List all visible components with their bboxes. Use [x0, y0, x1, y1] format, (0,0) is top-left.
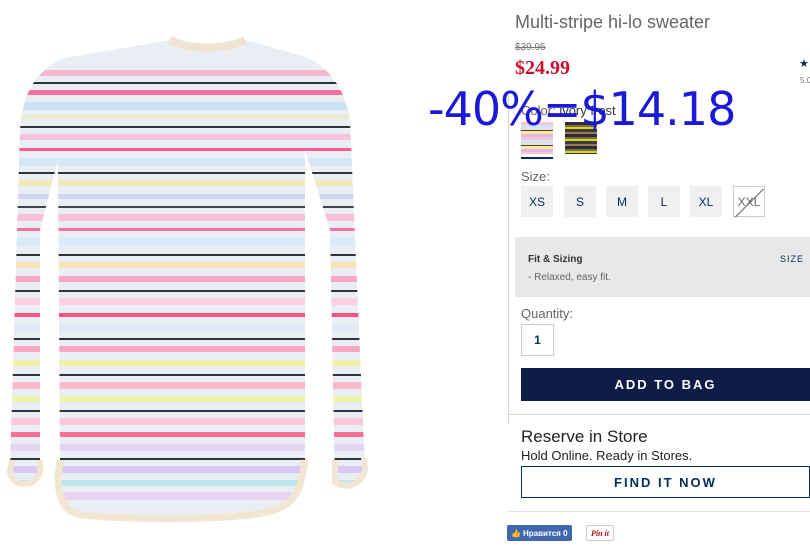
star-icon[interactable]: ★ [799, 57, 809, 70]
selected-swatch-indicator [521, 157, 553, 159]
facebook-like-button[interactable]: 👍 Нравится 0 [507, 525, 572, 541]
size-label: Size: [521, 169, 550, 184]
sale-price: $24.99 [515, 57, 570, 79]
size-button-s[interactable]: S [564, 186, 596, 217]
reserve-in-store-subtitle: Hold Online. Ready in Stores. [521, 448, 693, 463]
quantity-label: Quantity: [521, 306, 574, 321]
fit-sizing-text: - Relaxed, easy fit. [528, 272, 611, 283]
thumbs-up-icon: 👍 [511, 528, 521, 538]
size-button-xxl-unavailable[interactable]: XXL [733, 186, 765, 217]
original-price: $39.95 [515, 42, 546, 53]
rating-value: 5.0 [800, 76, 810, 85]
fit-sizing-title: Fit & Sizing [528, 254, 583, 265]
section-divider [508, 414, 810, 415]
pinterest-pin-button[interactable]: Pin it [586, 525, 615, 541]
product-title: Multi-stripe hi-lo sweater [515, 12, 711, 32]
size-button-xs[interactable]: XS [521, 186, 553, 217]
discount-overlay-text: -40%=$14.18 [428, 82, 736, 136]
add-to-bag-button[interactable]: ADD TO BAG [521, 368, 810, 401]
reserve-in-store-title: Reserve in Store [521, 427, 648, 446]
panel-divider [508, 95, 509, 425]
section-divider-2 [508, 511, 810, 512]
size-chart-link[interactable]: SIZE [780, 254, 804, 264]
facebook-like-label: Нравится 0 [522, 528, 568, 538]
quantity-input[interactable] [521, 324, 554, 356]
size-button-l[interactable]: L [648, 186, 680, 217]
find-it-now-button[interactable]: FIND IT NOW [521, 466, 810, 498]
size-button-xl[interactable]: XL [690, 186, 722, 217]
size-button-m[interactable]: M [606, 186, 638, 217]
product-image[interactable] [0, 30, 380, 530]
fit-sizing-panel [515, 237, 810, 297]
